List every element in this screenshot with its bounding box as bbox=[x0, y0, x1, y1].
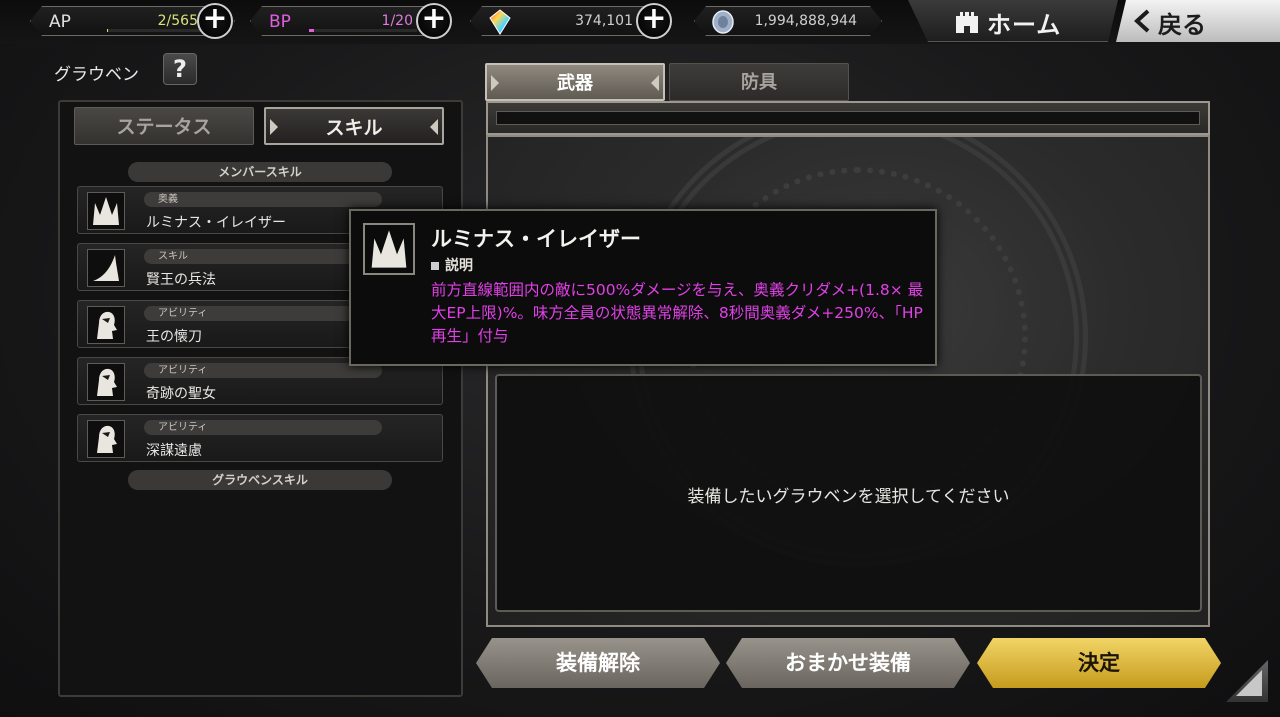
castle-icon bbox=[954, 8, 980, 38]
skill-name: 深謀遠慮 bbox=[146, 443, 202, 459]
tab-status[interactable]: ステータス bbox=[74, 107, 254, 145]
bp-value: 1/20 bbox=[381, 13, 413, 29]
tab-weapon[interactable]: 武器 bbox=[485, 63, 665, 101]
home-label: ホーム bbox=[987, 11, 1062, 39]
grauben-skill-header: グラウベンスキル bbox=[128, 470, 392, 490]
home-button[interactable]: ホーム bbox=[892, 0, 1118, 42]
tab-armor[interactable]: 防具 bbox=[669, 63, 849, 101]
chevron-left-icon bbox=[1132, 9, 1152, 37]
tooltip-title: ルミナス・イレイザー bbox=[431, 227, 641, 251]
equipment-header-bar bbox=[486, 101, 1210, 135]
unequip-button[interactable]: 装備解除 bbox=[476, 638, 720, 688]
bp-gauge bbox=[309, 29, 417, 32]
equipment-select-box[interactable]: 装備したいグラウベンを選択してください bbox=[495, 374, 1202, 612]
tooltip-description: 前方直線範囲内の敵に500%ダメージを与え、奥義クリダメ+(1.8× 最大EP上… bbox=[431, 281, 924, 345]
tooltip-subheading: 説明 bbox=[431, 255, 473, 275]
skill-name: ルミナス・イレイザー bbox=[146, 215, 286, 231]
corner-triangle-icon bbox=[1236, 670, 1262, 696]
skill-type: アビリティ bbox=[144, 420, 382, 435]
ap-add-button[interactable]: + bbox=[197, 3, 233, 39]
knight-head-icon bbox=[87, 363, 125, 401]
select-message: 装備したいグラウベンを選択してください bbox=[687, 487, 1010, 507]
bp-label: BP bbox=[269, 12, 291, 32]
skill-type: 奥義 bbox=[144, 192, 382, 207]
bp-add-button[interactable]: + bbox=[416, 3, 452, 39]
spikes-icon bbox=[363, 223, 415, 275]
skill-name: 奇跡の聖女 bbox=[146, 386, 216, 402]
auto-equip-button[interactable]: おまかせ装備 bbox=[726, 638, 970, 688]
character-name: グラウベン bbox=[54, 65, 139, 85]
skill-tooltip: ルミナス・イレイザー 説明 前方直線範囲内の敵に500%ダメージを与え、奥義クリ… bbox=[349, 209, 937, 366]
back-button[interactable]: 戻る bbox=[1116, 0, 1280, 42]
confirm-button[interactable]: 決定 bbox=[977, 638, 1221, 688]
skill-type: スキル bbox=[144, 249, 382, 264]
knight-head-icon bbox=[87, 420, 125, 458]
fang-icon bbox=[87, 249, 125, 287]
silver-coin-icon bbox=[711, 10, 735, 38]
skill-type: アビリティ bbox=[144, 363, 382, 378]
skill-type: アビリティ bbox=[144, 306, 382, 321]
help-button[interactable]: ? bbox=[163, 53, 197, 85]
skill-row-5[interactable]: アビリティ 深謀遠慮 bbox=[77, 414, 443, 462]
crystal-value: 374,101 bbox=[575, 13, 633, 29]
skill-name: 王の懐刀 bbox=[146, 329, 202, 345]
skill-name: 賢王の兵法 bbox=[146, 272, 216, 288]
coin-counter: 1,994,888,944 bbox=[694, 6, 882, 36]
member-skill-header: メンバースキル bbox=[128, 162, 392, 182]
crystal-add-button[interactable]: + bbox=[636, 3, 672, 39]
ap-label: AP bbox=[49, 12, 71, 32]
coin-value: 1,994,888,944 bbox=[754, 13, 857, 29]
back-label: 戻る bbox=[1158, 11, 1206, 39]
rainbow-crystal-icon bbox=[489, 9, 511, 39]
spikes-icon bbox=[87, 192, 125, 230]
top-resource-bar: AP 2/565 + BP 1/20 + 374,101 + 1,994,888… bbox=[0, 0, 1280, 44]
knight-head-icon bbox=[87, 306, 125, 344]
ap-value: 2/565 bbox=[157, 13, 198, 29]
tab-skill[interactable]: スキル bbox=[264, 107, 444, 145]
